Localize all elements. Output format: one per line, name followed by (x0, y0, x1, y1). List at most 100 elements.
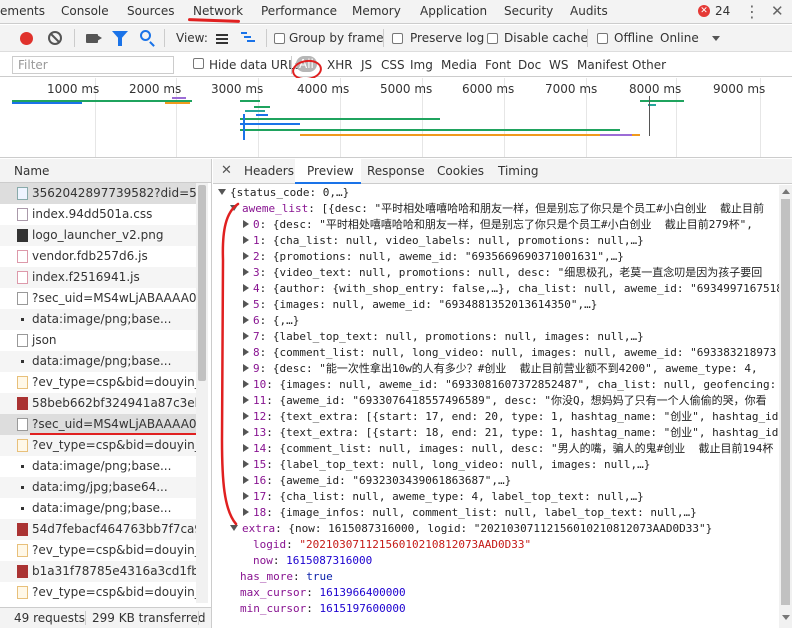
expanded-arrow-icon[interactable] (218, 189, 226, 195)
request-row[interactable]: data:image/png;base... (0, 309, 196, 330)
tab-memory[interactable]: Memory (352, 4, 401, 18)
json-array-item[interactable]: 13: {text_extra: [{start: 18, end: 21, t… (243, 425, 778, 441)
json-array-item[interactable]: 4: {author: {with_shop_entry: false,…}, … (243, 281, 779, 297)
request-row[interactable]: data:image/png;base... (0, 498, 196, 519)
expanded-arrow-icon[interactable] (230, 205, 238, 211)
json-aweme-list[interactable]: aweme_list: [{desc: "平时相处嘻嘻哈哈和朋友一样，但是别忘了… (230, 201, 764, 217)
scroll-down-icon[interactable] (782, 615, 790, 620)
collapsed-arrow-icon[interactable] (243, 492, 249, 500)
collapsed-arrow-icon[interactable] (243, 380, 249, 388)
tab-console[interactable]: Console (61, 4, 109, 18)
preserve-log-checkbox[interactable] (392, 33, 403, 44)
large-rows-icon[interactable] (216, 34, 228, 44)
request-row[interactable]: data:image/png;base... (0, 351, 196, 372)
tab-elements[interactable]: ements (0, 4, 45, 18)
json-array-item[interactable]: 18: {image_infos: null, comment_list: nu… (243, 505, 697, 521)
json-array-item[interactable]: 8: {comment_list: null, long_video: null… (243, 345, 776, 361)
group-by-frame-checkbox[interactable] (274, 33, 285, 44)
request-row[interactable]: index.f2516941.js (0, 267, 196, 288)
json-array-item[interactable]: 5: {images: null, aweme_id: "69348813520… (243, 297, 597, 313)
tab-sources[interactable]: Sources (127, 4, 174, 18)
tab-performance[interactable]: Performance (261, 4, 337, 18)
collapsed-arrow-icon[interactable] (243, 220, 249, 228)
json-array-item[interactable]: 6: {,…} (243, 313, 299, 329)
tab-cookies[interactable]: Cookies (437, 164, 484, 178)
collapsed-arrow-icon[interactable] (243, 412, 249, 420)
search-icon[interactable] (140, 30, 151, 41)
collapsed-arrow-icon[interactable] (243, 332, 249, 340)
filter-icon[interactable] (112, 31, 128, 46)
request-row[interactable]: ?sec_uid=MS4wLjABAAAA0NL (0, 288, 196, 309)
scrollbar-thumb[interactable] (198, 185, 206, 381)
screenshot-icon[interactable] (86, 34, 102, 43)
filter-type-js[interactable]: JS (361, 58, 372, 72)
filter-input[interactable] (12, 56, 174, 74)
json-root[interactable]: {status_code: 0,…} (218, 185, 349, 201)
throttling-select[interactable]: Online (660, 31, 699, 45)
filter-type-img[interactable]: Img (410, 58, 433, 72)
filter-type-manifest[interactable]: Manifest (577, 58, 628, 72)
collapsed-arrow-icon[interactable] (243, 300, 249, 308)
json-array-item[interactable]: 12: {text_extra: [{start: 17, end: 20, t… (243, 409, 778, 425)
collapsed-arrow-icon[interactable] (243, 508, 249, 516)
json-array-item[interactable]: 10: {images: null, aweme_id: "6933081607… (243, 377, 776, 393)
offline-checkbox[interactable] (597, 33, 608, 44)
json-array-item[interactable]: 16: {aweme_id: "6932303439061863687",…} (243, 473, 511, 489)
filter-type-doc[interactable]: Doc (518, 58, 541, 72)
tab-headers[interactable]: Headers (244, 164, 294, 178)
request-row[interactable]: data:image/png;base... (0, 456, 196, 477)
json-now[interactable]: now: 1615087316000 (253, 553, 372, 569)
request-row[interactable]: data:img/jpg;base64... (0, 477, 196, 498)
scroll-up-icon[interactable] (782, 189, 790, 194)
request-row[interactable]: ?ev_type=csp&bid=douyin_in... (0, 435, 196, 456)
record-icon[interactable] (20, 32, 33, 45)
request-row[interactable]: 54d7febacf464763bb7f7ca907 (0, 519, 196, 540)
json-array-item[interactable]: 1: {cha_list: null, video_labels: null, … (243, 233, 644, 249)
filter-type-other[interactable]: Other (632, 58, 666, 72)
request-row[interactable]: ?ev_type=csp&bid=douyin_in... (0, 582, 196, 603)
collapsed-arrow-icon[interactable] (243, 268, 249, 276)
json-max-cursor[interactable]: max_cursor: 1613966400000 (240, 585, 406, 601)
request-row-selected[interactable]: ?sec_uid=MS4wLjABAAAA0NL (0, 414, 196, 435)
tab-audits[interactable]: Audits (570, 4, 608, 18)
name-column-header[interactable]: Name (0, 159, 211, 183)
request-row[interactable]: json (0, 330, 196, 351)
filter-type-all[interactable]: All (296, 56, 317, 72)
request-row[interactable]: ?ev_type=csp&bid=douyin_in... (0, 372, 196, 393)
close-icon[interactable]: ✕ (221, 163, 232, 178)
json-array-item[interactable]: 11: {aweme_id: "6933076418557496589", de… (243, 393, 767, 409)
hide-data-urls-checkbox[interactable] (193, 58, 204, 69)
collapsed-arrow-icon[interactable] (243, 364, 249, 372)
json-array-item[interactable]: 17: {cha_list: null, aweme_type: 4, labe… (243, 489, 644, 505)
collapsed-arrow-icon[interactable] (243, 284, 249, 292)
request-row[interactable]: b1a31f78785e4316a3cd1fbf06 (0, 561, 196, 582)
error-count[interactable]: 24 (715, 4, 730, 18)
json-array-item[interactable]: 2: {promotions: null, aweme_id: "6935669… (243, 249, 624, 265)
collapsed-arrow-icon[interactable] (243, 316, 249, 324)
tab-application[interactable]: Application (420, 4, 487, 18)
request-row[interactable]: ?ev_type=csp&bid=douyin_in... (0, 540, 196, 561)
collapsed-arrow-icon[interactable] (243, 428, 249, 436)
json-array-item[interactable]: 0: {desc: "平时相处嘻嘻哈哈和朋友一样，但是别忘了你只是个员工#小白创… (243, 217, 753, 233)
json-has-more[interactable]: has_more: true (240, 569, 333, 585)
request-row[interactable]: 3562042897739582?did=5329 (0, 183, 196, 204)
scrollbar-thumb[interactable] (781, 199, 790, 605)
filter-type-ws[interactable]: WS (549, 58, 568, 72)
tab-security[interactable]: Security (504, 4, 553, 18)
json-array-item[interactable]: 7: {label_top_text: null, promotions: nu… (243, 329, 644, 345)
json-logid[interactable]: logid: "20210307112156010210812073AAD0D3… (253, 537, 531, 553)
filter-type-css[interactable]: CSS (381, 58, 405, 72)
timeline-overview[interactable]: 1000 ms 2000 ms 3000 ms 4000 ms 5000 ms … (0, 78, 792, 158)
json-array-item[interactable]: 3: {video_text: null, promotions: null, … (243, 265, 762, 281)
request-row[interactable]: logo_launcher_v2.png (0, 225, 196, 246)
json-array-item[interactable]: 15: {label_top_text: null, long_video: n… (243, 457, 650, 473)
request-row[interactable]: vendor.fdb257d6.js (0, 246, 196, 267)
collapsed-arrow-icon[interactable] (243, 460, 249, 468)
json-array-item[interactable]: 9: {desc: "能一次性拿出10w的人有多少？#创业 截止目前营业额不到4… (243, 361, 758, 377)
tab-network[interactable]: Network (193, 4, 243, 18)
expanded-arrow-icon[interactable] (230, 525, 238, 531)
json-min-cursor[interactable]: min_cursor: 1615197600000 (240, 601, 406, 617)
close-icon[interactable]: ✕ (771, 2, 784, 20)
clear-icon[interactable] (48, 31, 62, 45)
more-options-icon[interactable]: ⋮ (744, 2, 760, 21)
